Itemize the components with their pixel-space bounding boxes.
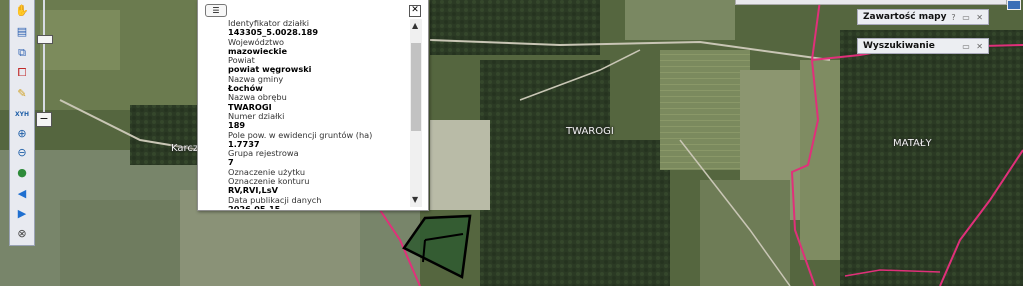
measure-icon[interactable]: ✎ [13,86,31,102]
map-content-title: Zawartość mapy [863,12,947,22]
layers-icon[interactable]: ▤ [13,24,31,40]
zoom-out-icon[interactable]: ⊖ [13,145,31,161]
field-label: Grupa rejestrowa [228,148,299,159]
map-toolbar: ✋ ▤ ⧉ ⧠ ✎ XYH ⊕ ⊖ ● ◀ ▶ ⊗ [9,0,35,246]
close-icon[interactable]: ✕ [409,5,421,17]
globe-icon[interactable]: ● [13,165,31,181]
zoom-knob[interactable] [37,35,53,44]
map-content-panel[interactable]: Zawartość mapy ? ▭ ✕ [857,9,989,25]
scrollbar-thumb[interactable] [411,43,421,131]
popup-scrollbar[interactable]: ▲ ▼ [410,19,422,207]
scale-icon[interactable]: ⊗ [13,226,31,242]
field-value: 2026-05-15 [228,203,281,209]
scroll-up-icon[interactable]: ▲ [412,21,418,30]
select-area-icon[interactable]: ⧉ [13,45,31,61]
forward-icon[interactable]: ▶ [13,206,31,222]
zoom-in-icon[interactable]: ⊕ [13,126,31,142]
place-label-twarogi: TWAROGI [566,126,614,137]
search-panel-buttons[interactable]: ▭ ✕ [962,41,985,53]
popup-header: ☰ ✕ [198,0,428,20]
back-icon[interactable]: ◀ [13,186,31,202]
clear-selection-icon[interactable]: ⧠ [13,65,31,81]
xy-icon[interactable]: XYH [13,107,31,123]
parcel-info-popup: ☰ ✕ Identyfikator działki 143305_5.0028.1… [197,0,429,211]
list-icon[interactable]: ☰ [205,4,227,17]
parcel-attributes: Identyfikator działki 143305_5.0028.189 Wo… [228,19,406,209]
search-panel-title: Wyszukiwanie [863,41,935,51]
search-panel[interactable]: Wyszukiwanie ▭ ✕ [857,38,989,54]
hand-icon[interactable]: ✋ [13,3,31,19]
zoom-slider[interactable]: − [36,0,53,128]
zoom-out-button[interactable]: − [36,112,52,127]
top-panel-strip [735,0,1007,5]
place-label-mataly: MATAŁY [893,138,932,149]
map-content-panel-buttons[interactable]: ? ▭ ✕ [951,12,985,24]
field-label: Numer działki [228,110,285,121]
zoom-track[interactable] [43,0,45,118]
corner-button[interactable] [1007,0,1021,10]
scroll-down-icon[interactable]: ▼ [412,195,418,204]
